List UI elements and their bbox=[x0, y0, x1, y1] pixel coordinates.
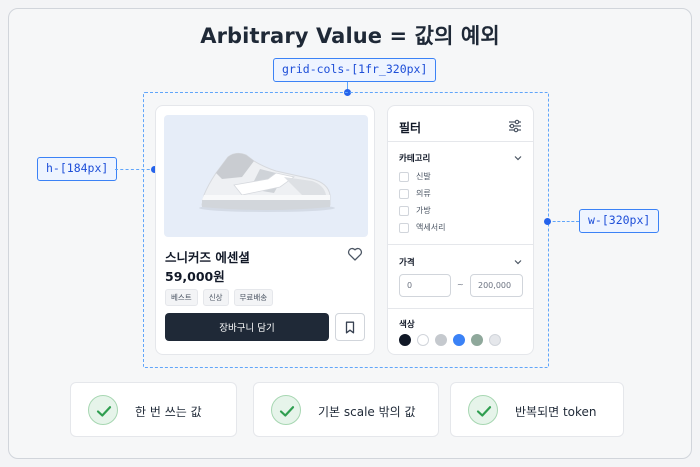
category-option-label: 가방 bbox=[416, 206, 431, 215]
product-card[interactable]: 스니커즈 에센셜 59,000원 베스트 신상 무료배송 장바구니 담기 bbox=[155, 105, 375, 355]
height-connector bbox=[115, 169, 155, 170]
product-badges: 베스트 신상 무료배송 bbox=[165, 289, 274, 306]
filter-divider bbox=[388, 308, 533, 309]
guideline-label: 한 번 쓰는 값 bbox=[135, 405, 202, 419]
checkbox[interactable] bbox=[399, 171, 409, 182]
height-annotation: h-[184px] bbox=[37, 157, 118, 181]
category-option-label: 액세서리 bbox=[416, 223, 446, 232]
category-option-label: 의류 bbox=[416, 189, 431, 198]
badge-free-shipping: 무료배송 bbox=[233, 289, 274, 306]
page-title: Arbitrary Value = 값의 예외 bbox=[200, 24, 500, 48]
category-option[interactable]: 액세서리 bbox=[399, 222, 445, 233]
chevron-down-icon[interactable] bbox=[513, 153, 523, 163]
heart-icon[interactable] bbox=[346, 245, 364, 263]
check-icon bbox=[271, 395, 301, 425]
checkbox[interactable] bbox=[399, 188, 409, 199]
product-name: 스니커즈 에센셜 bbox=[165, 250, 250, 265]
category-option[interactable]: 가방 bbox=[399, 205, 431, 216]
badge-best: 베스트 bbox=[165, 289, 198, 306]
checkbox[interactable] bbox=[399, 205, 409, 216]
check-icon bbox=[88, 395, 118, 425]
product-image bbox=[164, 115, 368, 237]
check-icon bbox=[468, 395, 498, 425]
guideline-card: 한 번 쓰는 값 bbox=[70, 382, 237, 437]
category-option-label: 신발 bbox=[416, 172, 431, 181]
badge-new: 신상 bbox=[202, 289, 229, 306]
sliders-icon[interactable] bbox=[507, 118, 523, 134]
guideline-label: 기본 scale 밖의 값 bbox=[318, 405, 416, 419]
swatch-black[interactable] bbox=[399, 334, 411, 346]
category-option[interactable]: 신발 bbox=[399, 171, 431, 182]
filter-divider bbox=[388, 244, 533, 245]
category-title: 카테고리 bbox=[399, 154, 431, 164]
grid-cols-annotation: grid-cols-[1fr_320px] bbox=[273, 58, 437, 82]
swatch-blue[interactable] bbox=[453, 334, 465, 346]
color-title: 색상 bbox=[399, 320, 415, 330]
sneaker-illustration bbox=[199, 152, 335, 212]
swatch-white[interactable] bbox=[417, 334, 429, 346]
bookmark-icon bbox=[345, 321, 355, 333]
width-connector-dot bbox=[544, 218, 551, 225]
price-title: 가격 bbox=[399, 258, 415, 268]
price-max-input[interactable]: 200,000 bbox=[470, 274, 523, 297]
bookmark-button[interactable] bbox=[335, 313, 365, 341]
filter-panel: 필터 카테고리 신발 의류 가방 액세서리 가격 0 ~ 200,000 색상 bbox=[387, 105, 534, 355]
checkbox[interactable] bbox=[399, 222, 409, 233]
chevron-down-icon[interactable] bbox=[513, 257, 523, 267]
guideline-card: 반복되면 token bbox=[450, 382, 624, 437]
price-separator: ~ bbox=[457, 280, 464, 289]
category-option[interactable]: 의류 bbox=[399, 188, 431, 199]
color-swatches bbox=[399, 334, 501, 346]
filter-title: 필터 bbox=[399, 121, 422, 135]
swatch-gray[interactable] bbox=[435, 334, 447, 346]
width-annotation: w-[320px] bbox=[579, 209, 660, 233]
guideline-card: 기본 scale 밖의 값 bbox=[253, 382, 439, 437]
width-connector bbox=[548, 221, 579, 222]
price-min-input[interactable]: 0 bbox=[399, 274, 451, 297]
guideline-label: 반복되면 token bbox=[515, 405, 597, 419]
swatch-sage[interactable] bbox=[471, 334, 483, 346]
add-to-cart-button[interactable]: 장바구니 담기 bbox=[165, 313, 329, 341]
filter-divider bbox=[388, 141, 533, 142]
product-price: 59,000원 bbox=[165, 269, 225, 284]
swatch-light-gray[interactable] bbox=[489, 334, 501, 346]
